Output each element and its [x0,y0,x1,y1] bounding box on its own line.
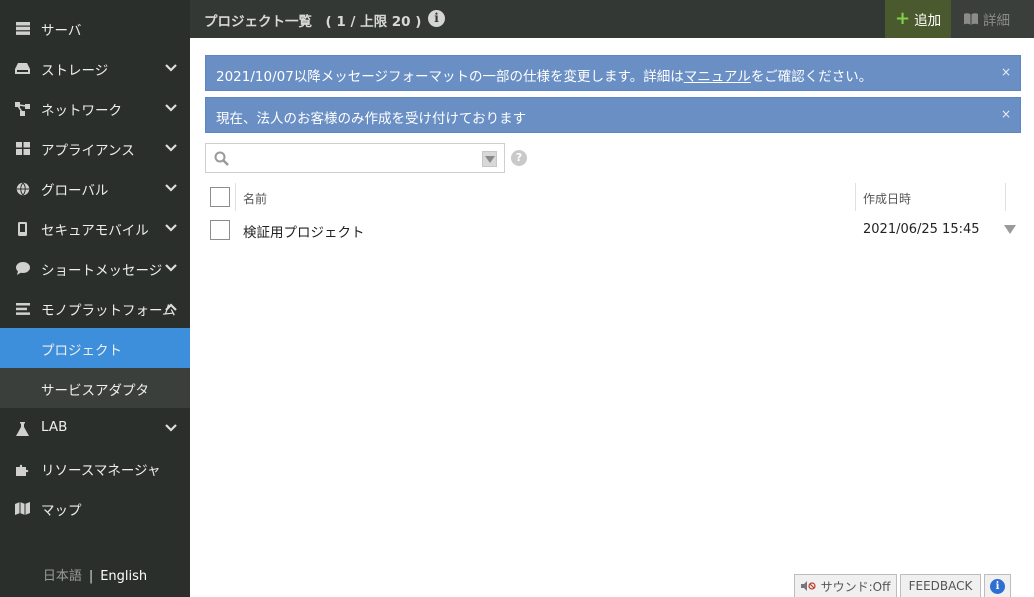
help-icon[interactable]: ? [511,150,527,166]
sidebar-item-label: サーバ [41,23,82,39]
detail-button[interactable]: 詳細 [951,0,1034,38]
search-box [205,143,505,173]
sidebar-item-map[interactable]: マップ [0,488,190,528]
sidebar-item-label: ショートメッセージ [41,263,163,279]
network-icon [15,101,30,116]
sidebar-item-secure-mobile[interactable]: セキュアモバイル [0,208,190,248]
sidebar-subitem-service-adapter[interactable]: サービスアダプタ [0,368,190,408]
sidebar-item-network[interactable]: ネットワーク [0,88,190,128]
top-bar: プロジェクト一覧 ( 1 / 上限 20 ) i + 追加 詳細 [190,0,1034,38]
sidebar-subitem-label: サービスアダプタ [41,383,149,399]
sidebar-item-label: ネットワーク [41,103,122,119]
chevron-down-icon[interactable] [164,182,178,194]
project-created: 2021/06/25 15:45 [863,222,980,237]
close-icon[interactable]: × [1001,107,1011,121]
feedback-label: FEEDBACK [908,579,973,593]
storage-icon [15,61,30,76]
sidebar-item-label: マップ [41,503,82,519]
info-icon[interactable]: i [428,10,445,27]
sidebar-item-server[interactable]: サーバ [0,8,190,48]
search-dropdown-toggle[interactable] [482,151,497,167]
appliance-icon [15,141,30,156]
column-header-name[interactable]: 名前 [243,190,267,207]
manual-link[interactable]: マニュアル [684,69,751,85]
column-header-created[interactable]: 作成日時 [863,190,911,207]
sidebar-item-short-message[interactable]: ショートメッセージ [0,248,190,288]
row-menu-caret-icon[interactable] [1004,225,1016,234]
globe-icon [15,181,30,196]
sound-toggle-button[interactable]: サウンド:Off [794,574,897,597]
sidebar-item-global[interactable]: グローバル [0,168,190,208]
lang-separator: | [88,569,94,584]
chevron-down-icon[interactable] [164,142,178,154]
column-divider [855,183,856,211]
sidebar-item-appliance[interactable]: アプライアンス [0,128,190,168]
chat-icon [15,261,30,276]
row-checkbox[interactable] [210,220,230,240]
sidebar-item-label: リソースマネージャ [41,463,161,479]
sidebar-item-label: ストレージ [41,63,109,79]
info-icon: i [990,578,1005,594]
column-divider [1005,183,1006,211]
project-name[interactable]: 検証用プロジェクト [243,221,365,241]
chevron-down-icon[interactable] [164,262,178,274]
footer-info-button[interactable]: i [984,574,1011,597]
plus-icon: + [895,8,911,29]
sidebar-item-label: モノプラットフォーム [41,303,176,319]
server-icon [15,21,30,36]
notice-banner-format-change: 2021/10/07以降メッセージフォーマットの一部の仕様を変更します。詳細はマ… [205,55,1021,91]
sidebar: サーバ ストレージ ネットワーク アプライアンス グローバル セキュアモバイル … [0,0,190,597]
mobile-icon [15,221,30,236]
sidebar-item-lab[interactable]: LAB [0,408,190,448]
sidebar-item-storage[interactable]: ストレージ [0,48,190,88]
lang-english[interactable]: English [100,569,147,584]
page-title: プロジェクト一覧 ( 1 / 上限 20 ) [204,14,422,30]
detail-button-label: 詳細 [983,13,1010,29]
map-icon [15,501,30,516]
sidebar-item-label: グローバル [41,183,109,199]
close-icon[interactable]: × [1001,65,1011,79]
add-button[interactable]: + 追加 [885,0,951,38]
language-switcher: 日本語 | English [0,565,190,584]
notice-banner-corporate-only: 現在、法人のお客様のみ作成を受け付けております × [205,97,1021,133]
chevron-down-icon[interactable] [164,222,178,234]
notice-message: 2021/10/07以降メッセージフォーマットの一部の仕様を変更します。詳細はマ… [216,69,873,85]
list-icon [15,301,30,316]
sidebar-subitem-project[interactable]: プロジェクト [0,328,190,368]
speaker-muted-icon [800,581,816,591]
sidebar-item-resource-manager[interactable]: リソースマネージャ [0,448,190,488]
flask-icon [15,421,30,436]
chevron-down-icon[interactable] [164,102,178,114]
add-button-label: 追加 [914,13,942,29]
book-icon [964,13,978,25]
puzzle-icon [15,461,30,476]
sidebar-item-mono-platform[interactable]: モノプラットフォーム [0,288,190,328]
feedback-button[interactable]: FEEDBACK [900,574,981,597]
sidebar-item-label: LAB [41,419,68,435]
sidebar-item-label: セキュアモバイル [41,223,149,239]
chevron-down-icon[interactable] [164,62,178,74]
sidebar-item-label: アプライアンス [41,143,135,159]
search-input[interactable] [236,148,476,168]
search-icon [214,151,229,166]
notice-message: 現在、法人のお客様のみ作成を受け付けております [216,111,527,127]
lang-japanese[interactable]: 日本語 [43,569,82,584]
sidebar-subitem-label: プロジェクト [41,343,122,359]
chevron-down-icon[interactable] [164,422,178,434]
select-all-checkbox[interactable] [210,187,230,207]
column-divider [235,183,236,211]
sound-label: サウンド:Off [820,579,891,594]
chevron-up-icon[interactable] [164,302,178,314]
